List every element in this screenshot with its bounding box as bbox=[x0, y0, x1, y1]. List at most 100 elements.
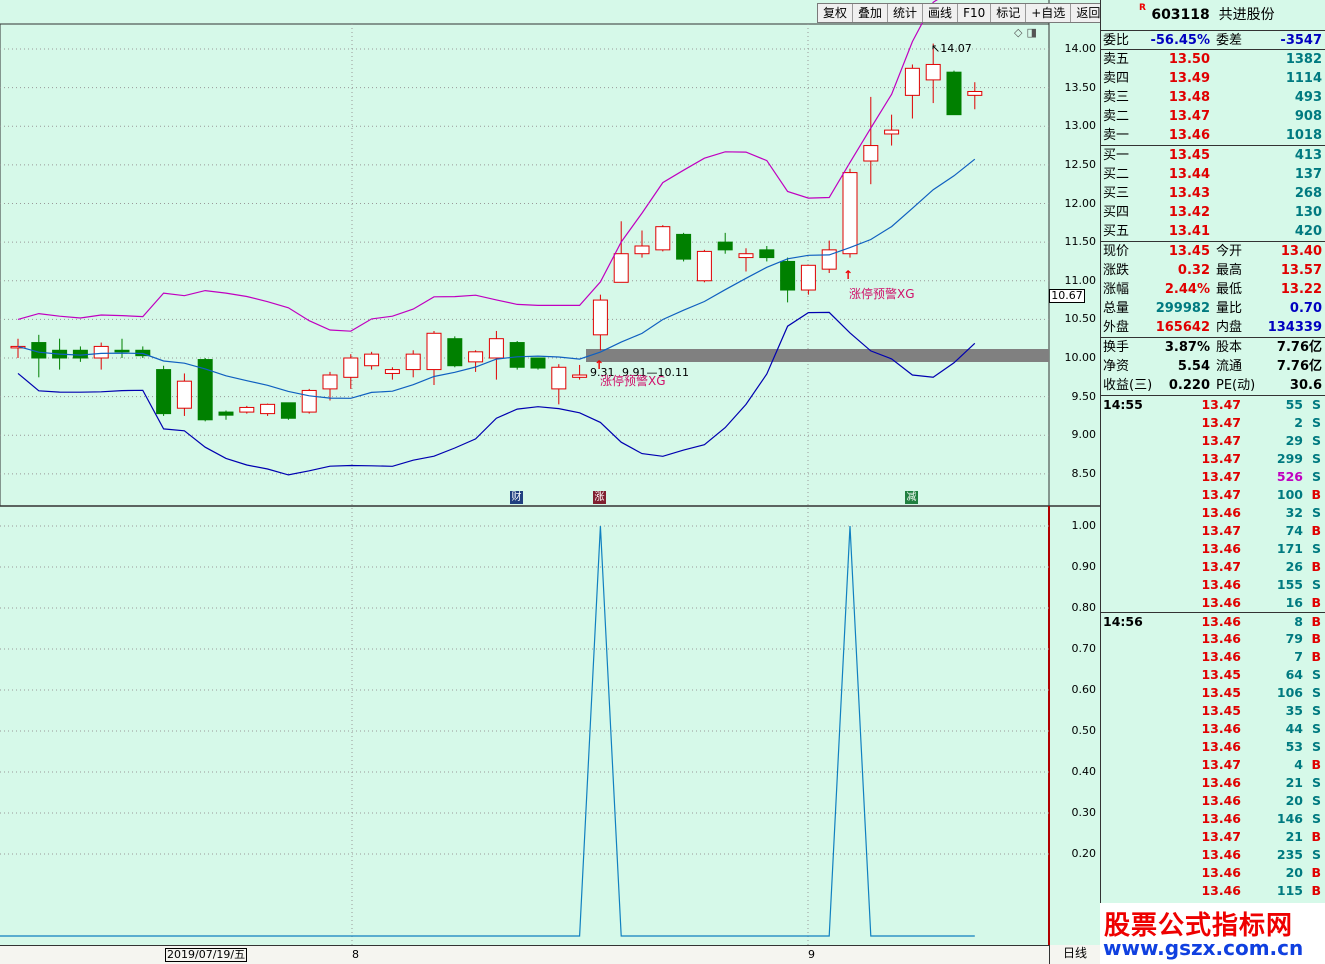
tick-volume: 299 bbox=[1276, 451, 1303, 466]
main-ytick: 9.50 bbox=[1071, 389, 1097, 403]
ask-level: 卖一 13.46 1018 bbox=[1101, 126, 1325, 145]
fundamental-row: 净资 5.54 流通 7.76亿 bbox=[1101, 357, 1325, 376]
ask-volume: 1114 bbox=[1285, 71, 1322, 86]
tick-price: 13.47 bbox=[1201, 415, 1241, 430]
candle-body bbox=[301, 389, 317, 413]
tick-volume: 2 bbox=[1294, 415, 1303, 430]
toolbar-button-0[interactable]: 复权 bbox=[818, 4, 854, 22]
current-price-tag: 10.67 bbox=[1049, 289, 1085, 303]
window-toggle-icon[interactable]: ◨ bbox=[1026, 27, 1036, 39]
main-ytick: 10.50 bbox=[1064, 312, 1097, 326]
tick-price: 13.47 bbox=[1201, 451, 1241, 466]
tick-direction: B bbox=[1311, 757, 1321, 772]
tick-price: 13.46 bbox=[1201, 847, 1241, 862]
toolbar-button-4[interactable]: F10 bbox=[958, 4, 992, 22]
tick-row: 13.46 155 S bbox=[1101, 576, 1325, 594]
tick-volume: 100 bbox=[1276, 487, 1303, 502]
tick-row: 13.46 21 S bbox=[1101, 774, 1325, 792]
tick-direction: S bbox=[1311, 793, 1321, 808]
tick-price: 13.47 bbox=[1201, 523, 1241, 538]
date-label-aug: 8 bbox=[352, 948, 359, 961]
main-ytick: 13.00 bbox=[1064, 119, 1097, 133]
tick-list[interactable]: 14:55 13.47 55 S 13.47 2 S 13.47 29 S 13.47 299 S 13.… bbox=[1101, 395, 1325, 900]
date-label-sep: 9 bbox=[808, 948, 815, 961]
bid-level: 买三 13.43 268 bbox=[1101, 184, 1325, 203]
tick-price: 13.46 bbox=[1201, 631, 1241, 646]
candle-body bbox=[676, 233, 692, 260]
tick-row: 13.46 171 S bbox=[1101, 540, 1325, 558]
indicator-ytick: 0.50 bbox=[1071, 724, 1097, 737]
chart-area[interactable]: 复权 叠加 统计 画线 F10 标记 +自选 返回 ◇ ◨ 14.00 13.50 13.00 12… bbox=[0, 0, 1107, 964]
tick-direction: S bbox=[1311, 667, 1321, 682]
tick-volume: 29 bbox=[1285, 433, 1303, 448]
candle-body bbox=[696, 250, 712, 282]
candle-body bbox=[405, 353, 421, 371]
stock-terminal: 复权 叠加 统计 画线 F10 标记 +自选 返回 ◇ ◨ 14.00 13.50 13.00 12… bbox=[0, 0, 1325, 964]
tick-direction: S bbox=[1311, 721, 1321, 736]
site-watermark: 股票公式指标网 www.gszx.com.cn bbox=[1100, 903, 1325, 964]
toolbar-button-3[interactable]: 画线 bbox=[923, 4, 959, 22]
quote-row-label2: 今开 bbox=[1216, 244, 1243, 259]
diamond-icon[interactable]: ◇ bbox=[1014, 27, 1022, 39]
toolbar-button-1[interactable]: 叠加 bbox=[853, 4, 889, 22]
high-price-label: ↖14.07 bbox=[931, 42, 972, 55]
watermark-url: www.gszx.com.cn bbox=[1103, 936, 1304, 960]
tick-direction: B bbox=[1311, 865, 1321, 880]
tick-volume: 16 bbox=[1285, 595, 1303, 610]
main-ytick: 14.00 bbox=[1064, 42, 1097, 55]
ask-volume: 493 bbox=[1294, 90, 1322, 105]
ask-price: 13.49 bbox=[1168, 71, 1210, 86]
candle-body bbox=[509, 342, 525, 368]
tick-row: 13.47 74 B bbox=[1101, 522, 1325, 540]
fundamental-row-label: 收益(三) bbox=[1103, 378, 1153, 393]
ask-label: 卖四 bbox=[1103, 71, 1130, 86]
bid-price: 13.45 bbox=[1168, 148, 1210, 163]
fundamental-row-label: 净资 bbox=[1103, 359, 1130, 374]
tick-direction: B bbox=[1311, 523, 1321, 538]
tick-direction: B bbox=[1311, 487, 1321, 502]
fundamentals: 换手 3.87% 股本 7.76亿 净资 5.54 流通 7.76亿 收益(三) 0.220 PE(… bbox=[1101, 337, 1325, 395]
bid-volume: 413 bbox=[1294, 148, 1322, 163]
tick-row: 13.47 2 S bbox=[1101, 414, 1325, 432]
period-button[interactable]: 日线 bbox=[1049, 945, 1100, 964]
candle-body bbox=[488, 338, 504, 359]
candle-body bbox=[447, 338, 463, 367]
candle-body bbox=[738, 253, 754, 259]
stock-title: R 603118 共进股份 bbox=[1101, 0, 1325, 30]
tick-row: 13.45 106 S bbox=[1101, 684, 1325, 702]
tick-row: 13.47 299 S bbox=[1101, 450, 1325, 468]
event-mark-reduce[interactable]: 减 bbox=[905, 491, 918, 504]
tick-row: 13.46 235 S bbox=[1101, 846, 1325, 864]
weicha-label: 委差 bbox=[1216, 33, 1243, 48]
toolbar-button-5[interactable]: 标记 bbox=[991, 4, 1027, 22]
toolbar-button-2[interactable]: 统计 bbox=[888, 4, 924, 22]
ask-price: 13.46 bbox=[1168, 128, 1210, 143]
quote-row-label: 涨幅 bbox=[1103, 282, 1130, 297]
tick-direction: S bbox=[1311, 703, 1321, 718]
ask-volume: 1382 bbox=[1285, 52, 1322, 67]
tick-price: 13.47 bbox=[1201, 757, 1241, 772]
candle-body bbox=[280, 402, 296, 419]
bid-level: 买五 13.41 420 bbox=[1101, 222, 1325, 241]
ask-price: 13.50 bbox=[1168, 52, 1210, 67]
tick-volume: 26 bbox=[1285, 559, 1303, 574]
tick-direction: S bbox=[1311, 739, 1321, 754]
event-mark-limitup[interactable]: 涨 bbox=[593, 491, 606, 504]
signal-label-2: 涨停预警XG bbox=[849, 287, 915, 301]
tick-row: 13.46 53 S bbox=[1101, 738, 1325, 756]
tick-price: 13.46 bbox=[1201, 577, 1241, 592]
bid-level: 买四 13.42 130 bbox=[1101, 203, 1325, 222]
ask-volume: 1018 bbox=[1285, 128, 1322, 143]
upper-band-line bbox=[17, 0, 938, 332]
quote-row: 涨跌 0.32 最高 13.57 bbox=[1101, 261, 1325, 280]
bid-price: 13.43 bbox=[1168, 186, 1210, 201]
tick-price: 13.46 bbox=[1201, 721, 1241, 736]
kline-chart-svg[interactable] bbox=[0, 0, 1100, 964]
event-mark-finance[interactable]: 财 bbox=[510, 491, 523, 504]
tick-direction: S bbox=[1311, 451, 1321, 466]
weicha-value: -3547 bbox=[1280, 33, 1322, 48]
tick-price: 13.45 bbox=[1201, 703, 1241, 718]
tick-row: 13.46 146 S bbox=[1101, 810, 1325, 828]
fundamental-row-value: 5.54 bbox=[1177, 359, 1210, 374]
toolbar-button-6[interactable]: +自选 bbox=[1026, 4, 1072, 22]
